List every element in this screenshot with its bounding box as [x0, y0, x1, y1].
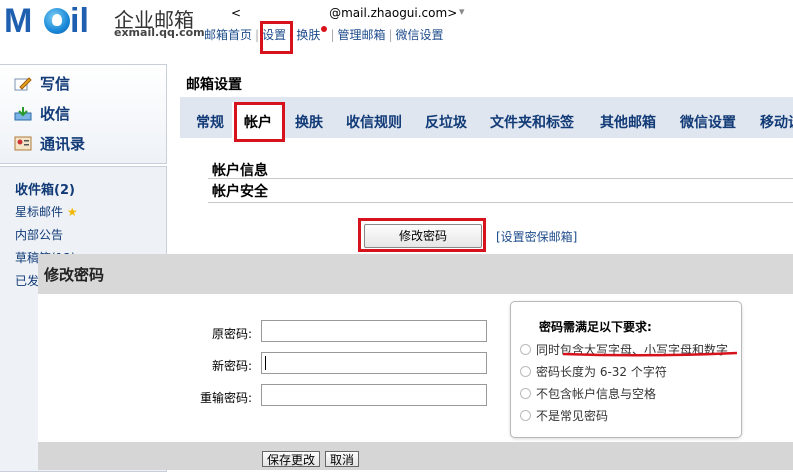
- old-password-label: 原密码:: [211, 327, 252, 341]
- top-nav: 邮箱首页 | 设置 - 换肤 | 管理邮箱 | 微信设置: [204, 26, 444, 43]
- tab-folders[interactable]: 文件夹和标签: [490, 112, 574, 132]
- tab-antispam[interactable]: 反垃圾: [425, 112, 467, 132]
- section-account-security: 帐户安全: [212, 184, 268, 200]
- tab-mobile[interactable]: 移动设: [760, 112, 793, 132]
- tab-other-mail[interactable]: 其他邮箱: [600, 112, 656, 132]
- nav-wechat[interactable]: 微信设置: [396, 26, 444, 43]
- dialog-header[interactable]: [38, 254, 793, 294]
- highlight-change-password: [358, 218, 486, 252]
- account-domain: @mail.zhaogui.com>: [329, 6, 458, 20]
- status-circle-icon: [520, 410, 531, 421]
- requirement-item: 不包含帐户信息与空格: [520, 385, 656, 402]
- folder-inbox[interactable]: 收件箱(2): [15, 179, 75, 198]
- account-dropdown-icon[interactable]: ▾: [459, 5, 465, 18]
- account-email[interactable]: < @mail.zhaogui.com>: [231, 6, 457, 20]
- requirement-item: 不是常见密码: [520, 407, 608, 424]
- new-password-input[interactable]: [261, 352, 487, 374]
- tab-skin[interactable]: 换肤: [295, 112, 323, 132]
- folder-starred[interactable]: 星标邮件 ★: [15, 203, 78, 220]
- requirement-item: 密码长度为 6-32 个字符: [520, 363, 667, 380]
- nav-skin[interactable]: 换肤: [296, 26, 320, 43]
- nav-home[interactable]: 邮箱首页: [204, 26, 252, 43]
- sidebar-contacts[interactable]: 通讯录: [14, 133, 85, 154]
- dialog-footer: [38, 442, 793, 470]
- save-button[interactable]: 保存更改: [262, 451, 320, 467]
- annotation-underline: [562, 351, 738, 357]
- status-circle-icon: [520, 366, 531, 377]
- confirm-password-input[interactable]: [261, 384, 487, 406]
- settings-title: 邮箱设置: [186, 77, 242, 93]
- folder-announcements[interactable]: 内部公告: [15, 226, 63, 243]
- cancel-button[interactable]: 取消: [325, 451, 359, 467]
- security-email-link[interactable]: [设置密保邮箱]: [496, 228, 577, 245]
- highlight-account-tab: [234, 102, 285, 142]
- tab-wechat[interactable]: 微信设置: [680, 112, 736, 132]
- section-account-info: 帐户信息: [212, 163, 268, 179]
- dialog-title: 修改密码: [44, 266, 105, 284]
- logo-suffix: il: [70, 2, 89, 40]
- requirements-title: 密码需满足以下要求:: [539, 320, 652, 334]
- tab-rules[interactable]: 收信规则: [346, 112, 402, 132]
- confirm-password-label: 重输密码:: [199, 391, 252, 405]
- nav-admin[interactable]: 管理邮箱: [337, 26, 385, 43]
- logo-penguin-icon: [44, 8, 70, 34]
- logo-mark: M: [4, 2, 32, 40]
- highlight-settings-nav: [260, 21, 293, 54]
- sidebar-inbox[interactable]: 收信: [14, 103, 70, 124]
- star-icon: ★: [66, 205, 78, 219]
- divider: [208, 202, 793, 203]
- sidebar-compose[interactable]: 写信: [14, 73, 70, 94]
- divider: [208, 178, 793, 179]
- text-caret: [265, 356, 266, 370]
- inbox-icon: [14, 106, 32, 121]
- status-circle-icon: [520, 388, 531, 399]
- contacts-icon: [14, 136, 32, 151]
- compose-icon: [14, 76, 32, 91]
- new-password-label: 新密码:: [211, 359, 252, 373]
- brand-url: exmail.qq.com: [114, 26, 205, 39]
- new-badge-dot: [321, 26, 328, 32]
- status-circle-icon: [520, 344, 531, 355]
- account-prefix: <: [231, 6, 242, 20]
- tab-general[interactable]: 常规: [196, 112, 224, 132]
- old-password-input[interactable]: [261, 320, 487, 342]
